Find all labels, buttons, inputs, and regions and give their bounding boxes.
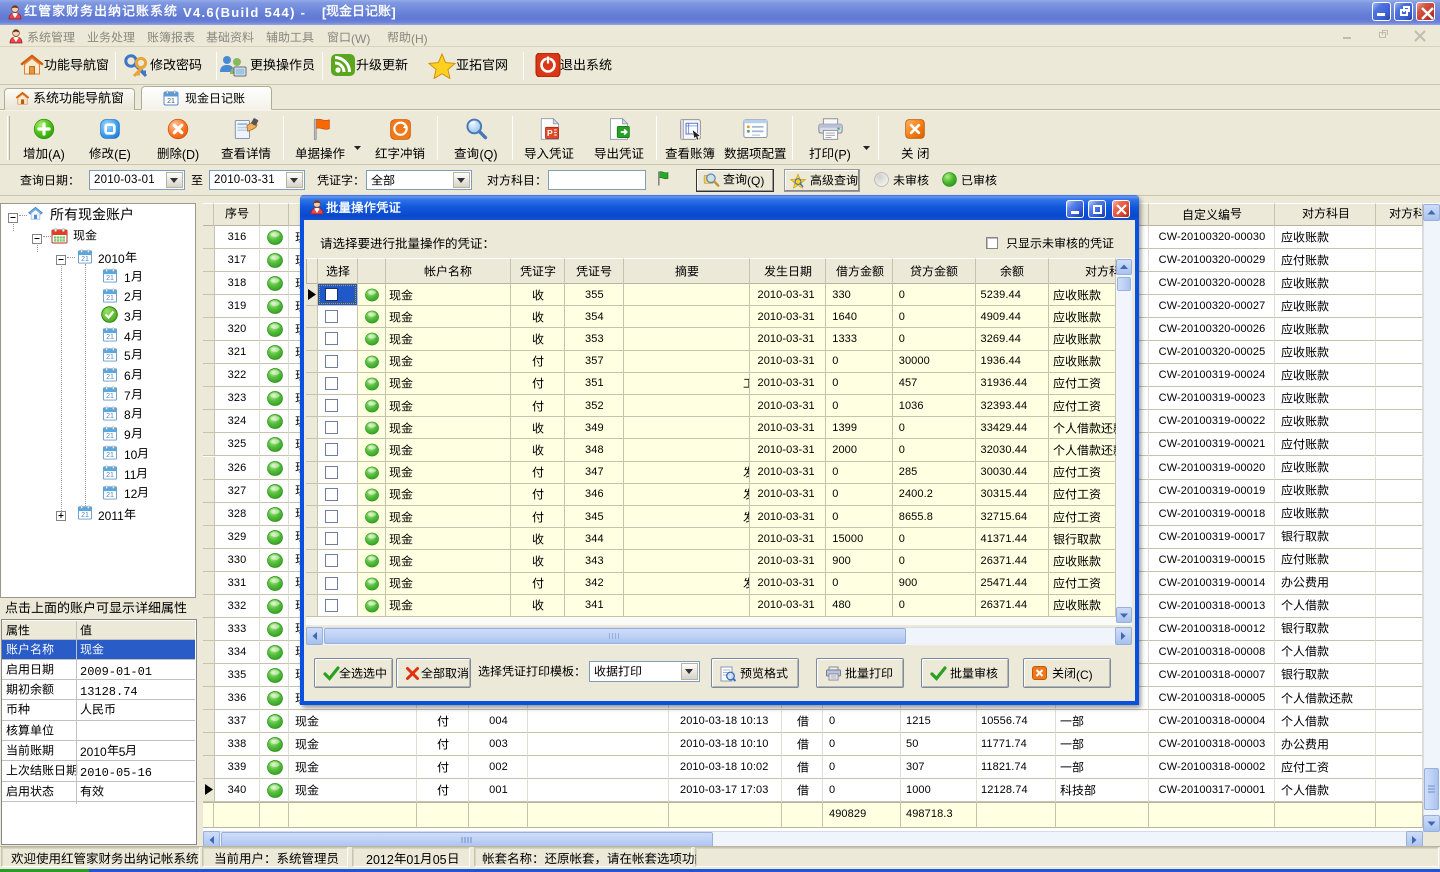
svg-text:21: 21 [106, 354, 114, 361]
svg-text:21: 21 [106, 374, 114, 381]
svg-text:21: 21 [167, 98, 175, 105]
svg-text:21: 21 [81, 512, 89, 519]
svg-text:21: 21 [81, 256, 89, 263]
svg-text:21: 21 [106, 334, 114, 341]
svg-text:21: 21 [106, 413, 114, 420]
svg-text:21: 21 [106, 275, 114, 282]
svg-text:21: 21 [106, 433, 114, 440]
svg-text:P: P [547, 128, 553, 138]
svg-text:21: 21 [106, 472, 114, 479]
svg-text:21: 21 [106, 492, 114, 499]
svg-text:21: 21 [106, 452, 114, 459]
svg-text:21: 21 [106, 295, 114, 302]
svg-text:21: 21 [106, 393, 114, 400]
